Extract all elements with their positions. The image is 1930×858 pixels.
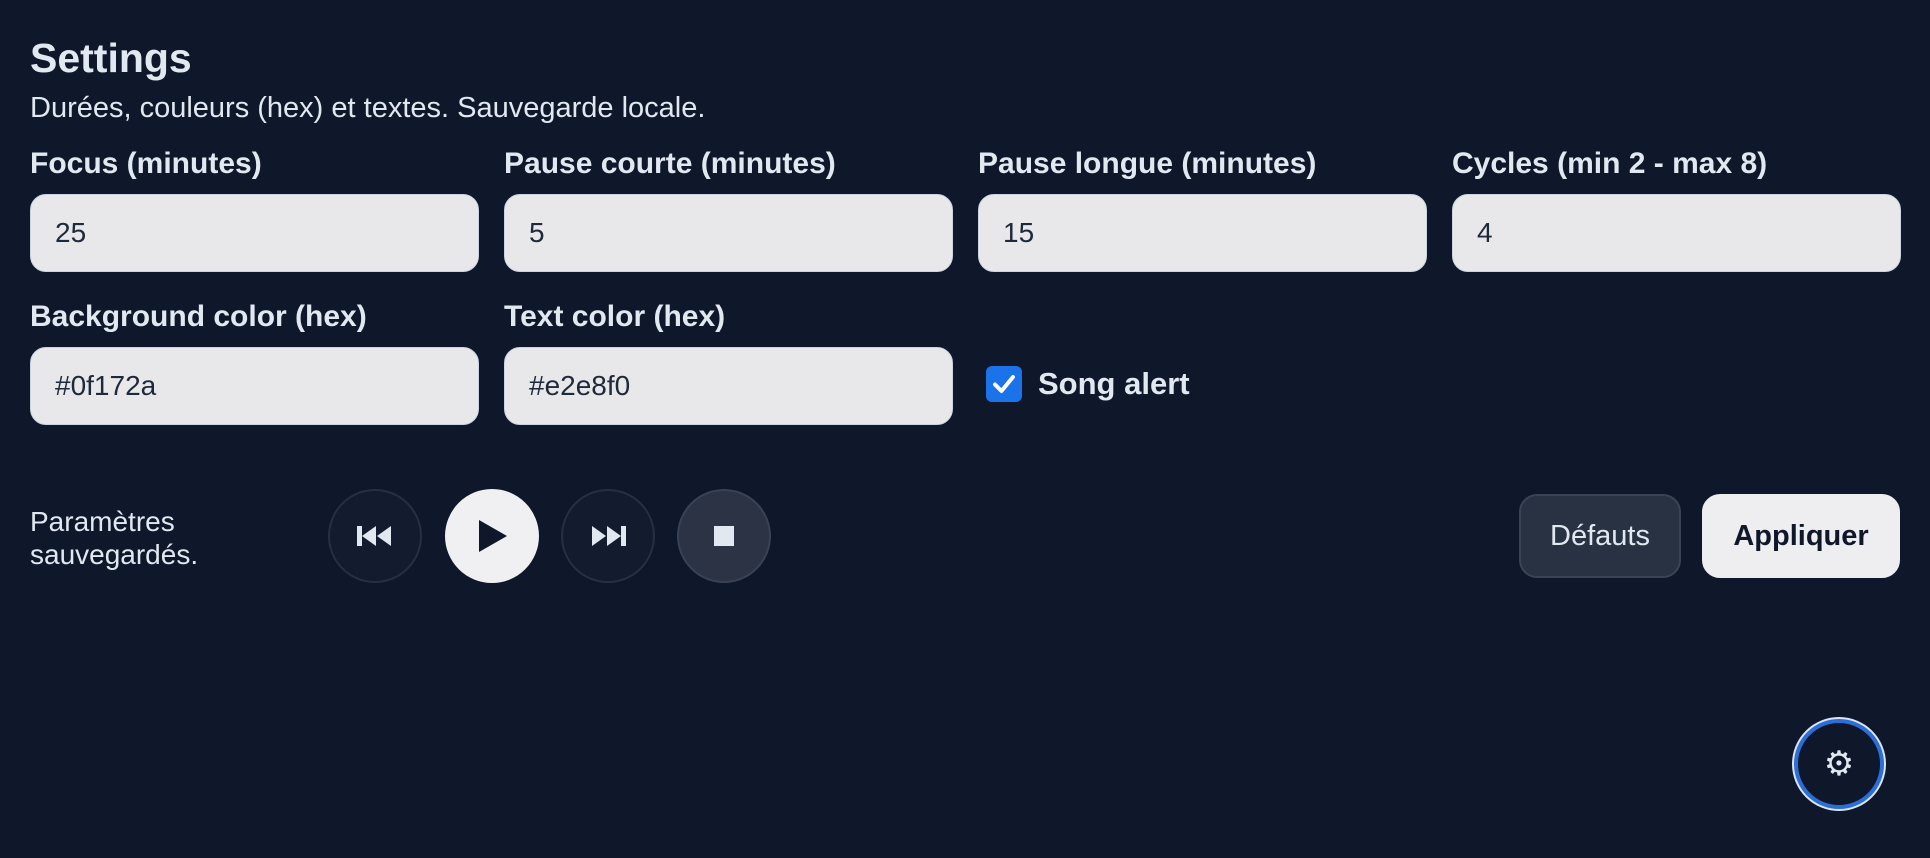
settings-gear-button[interactable]: ⚙ bbox=[1794, 719, 1884, 809]
background-color-field: Background color (hex) bbox=[30, 297, 479, 425]
song-alert-field: Song alert bbox=[978, 297, 1427, 425]
stop-icon bbox=[714, 526, 734, 546]
page-title: Settings bbox=[30, 35, 192, 81]
focus-input[interactable] bbox=[30, 194, 479, 272]
controls-bar: Paramètres sauvegardés. Défauts Applique… bbox=[30, 489, 1900, 587]
gear-icon: ⚙ bbox=[1823, 745, 1855, 783]
next-button[interactable] bbox=[561, 489, 655, 583]
play-button[interactable] bbox=[445, 489, 539, 583]
previous-button[interactable] bbox=[328, 489, 422, 583]
background-color-label: Background color (hex) bbox=[30, 300, 367, 333]
long-break-label: Pause longue (minutes) bbox=[978, 147, 1317, 180]
focus-label: Focus (minutes) bbox=[30, 147, 262, 180]
long-break-input[interactable] bbox=[978, 194, 1427, 272]
page-subtitle: Durées, couleurs (hex) et textes. Sauveg… bbox=[30, 92, 706, 124]
text-color-label: Text color (hex) bbox=[504, 300, 726, 333]
apply-button[interactable]: Appliquer bbox=[1702, 494, 1900, 578]
cycles-label: Cycles (min 2 - max 8) bbox=[1452, 147, 1768, 180]
short-break-input[interactable] bbox=[504, 194, 953, 272]
skip-next-icon bbox=[592, 526, 626, 546]
long-break-field: Pause longue (minutes) bbox=[978, 144, 1427, 272]
cycles-field: Cycles (min 2 - max 8) bbox=[1452, 144, 1901, 272]
text-color-field: Text color (hex) bbox=[504, 297, 953, 425]
focus-field: Focus (minutes) bbox=[30, 144, 479, 272]
text-color-input[interactable] bbox=[504, 347, 953, 425]
defaults-button[interactable]: Défauts bbox=[1519, 494, 1681, 578]
song-alert-label: Song alert bbox=[1038, 365, 1190, 401]
background-color-input[interactable] bbox=[30, 347, 479, 425]
settings-page: Settings Durées, couleurs (hex) et texte… bbox=[0, 0, 1930, 858]
settings-grid-row-1: Focus (minutes) Pause courte (minutes) P… bbox=[30, 144, 1901, 272]
checkmark-icon bbox=[993, 374, 1015, 393]
status-message: Paramètres sauvegardés. bbox=[30, 506, 199, 570]
skip-previous-icon bbox=[357, 526, 391, 546]
play-icon bbox=[479, 520, 507, 552]
song-alert-checkbox[interactable] bbox=[986, 365, 1022, 402]
short-break-label: Pause courte (minutes) bbox=[504, 147, 836, 180]
settings-grid-row-2: Background color (hex) Text color (hex) … bbox=[30, 297, 1900, 425]
short-break-field: Pause courte (minutes) bbox=[504, 144, 953, 272]
cycles-input[interactable] bbox=[1452, 194, 1901, 272]
stop-button[interactable] bbox=[677, 489, 771, 583]
